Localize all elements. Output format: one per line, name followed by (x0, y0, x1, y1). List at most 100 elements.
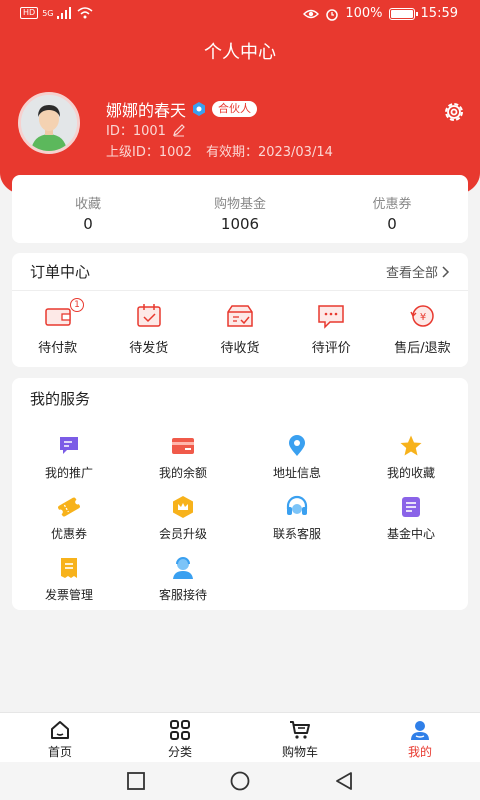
stat-coupons[interactable]: 优惠券 0 (316, 175, 468, 243)
box-icon (227, 305, 253, 327)
home-icon (51, 721, 69, 739)
stat-label: 优惠券 (372, 197, 412, 212)
service-member-upgrade[interactable]: 会员升级 (126, 495, 240, 542)
tab-label: 首页 (47, 745, 72, 759)
refund-icon: ¥ (410, 305, 435, 327)
service-customer-reception[interactable]: 客服接待 (126, 556, 240, 603)
expiry-date: 有效期：2023/03/14 (205, 145, 333, 160)
user-id: ID：1001 (106, 124, 166, 139)
crown-icon (173, 496, 193, 518)
star-icon (400, 435, 422, 456)
alarm-icon (326, 8, 339, 21)
order-center-header: 订单中心 查看全部 (12, 253, 468, 291)
tab-mine[interactable]: 我的 (360, 713, 480, 762)
order-label: 售后/退款 (394, 341, 451, 356)
clock: 15:59 (420, 6, 458, 21)
service-label: 会员升级 (158, 527, 207, 541)
service-label: 我的推广 (44, 466, 93, 480)
bottom-tab-bar: 首页 分类 购物车 我的 (0, 712, 480, 762)
service-label: 优惠券 (50, 527, 87, 541)
verified-hexagon-icon (193, 102, 206, 116)
service-label: 发票管理 (44, 588, 93, 602)
edit-icon[interactable] (172, 123, 186, 137)
agent-icon (173, 557, 193, 579)
page-title: 个人中心 (204, 42, 276, 63)
service-contact-support[interactable]: 联系客服 (240, 495, 354, 542)
avatar-person-icon (21, 95, 77, 151)
services-title: 我的服务 (30, 389, 91, 408)
card-icon (172, 438, 194, 454)
tab-cart[interactable]: 购物车 (240, 713, 360, 762)
user-id-row: ID：1001 (106, 120, 186, 139)
grid-icon (170, 720, 190, 740)
hd-indicator: HD (20, 7, 39, 19)
username: 娜娜的春天 (106, 101, 187, 120)
order-label: 待付款 (38, 341, 78, 356)
service-label: 联系客服 (272, 527, 321, 541)
order-pending-shipment[interactable]: 待发货 (103, 303, 194, 356)
order-count-badge: 1 (70, 298, 84, 312)
service-my-balance[interactable]: 我的余额 (126, 434, 240, 481)
stats-card: 收藏 0 购物基金 1006 优惠券 0 (12, 175, 468, 243)
back-triangle-icon[interactable] (334, 771, 354, 791)
service-label: 基金中心 (386, 527, 435, 541)
status-bar: HD 5G 100% 15:59 (0, 0, 480, 28)
comment-icon (318, 305, 344, 329)
tab-label: 分类 (167, 745, 192, 759)
stat-label: 收藏 (74, 197, 101, 212)
stat-label: 购物基金 (213, 197, 266, 212)
order-center-card: 订单中心 查看全部 1 待付款 待发货 待收货 待评价 ¥ 售后/退款 (12, 253, 468, 367)
order-pending-payment[interactable]: 1 待付款 (12, 298, 103, 356)
tab-home[interactable]: 首页 (0, 713, 120, 762)
svg-text:¥: ¥ (420, 312, 426, 323)
stat-favorites[interactable]: 收藏 0 (12, 175, 164, 243)
service-fund-center[interactable]: 基金中心 (354, 495, 468, 542)
service-label: 客服接待 (158, 588, 207, 602)
order-label: 待收货 (220, 341, 260, 356)
order-pending-receipt[interactable]: 待收货 (194, 303, 285, 356)
view-all-label: 查看全部 (385, 266, 438, 281)
view-all-orders-link[interactable]: 查看全部 (386, 262, 450, 281)
wallet-icon (44, 308, 71, 326)
stat-shopping-fund[interactable]: 购物基金 1006 (164, 175, 316, 243)
tab-label: 我的 (407, 745, 432, 759)
superior-id: 上级ID：1002 (106, 145, 192, 160)
battery-percent: 100% (345, 6, 383, 21)
cart-icon (290, 721, 310, 739)
my-services-card: 我的服务 我的推广 我的余额 地址信息 我的收藏 优惠券 会员升级 联系客服 基… (12, 378, 468, 610)
signal-icon (57, 7, 72, 19)
system-navigation-bar (0, 762, 480, 800)
order-label: 待评价 (311, 341, 351, 356)
network-indicator: 5G (42, 8, 54, 18)
home-circle-icon[interactable] (230, 771, 250, 791)
service-label: 我的余额 (158, 466, 207, 480)
recent-apps-icon[interactable] (126, 771, 146, 791)
services-header: 我的服务 (12, 378, 468, 418)
fund-doc-icon (402, 497, 420, 517)
user-meta-row: 上级ID：1002 有效期：2023/03/14 (106, 141, 333, 160)
partner-badge: 合伙人 (212, 101, 258, 117)
stat-value: 0 (387, 215, 397, 233)
service-invoice-management[interactable]: 发票管理 (12, 556, 126, 603)
settings-gear-icon[interactable] (442, 100, 466, 124)
eye-icon (303, 9, 320, 18)
tab-categories[interactable]: 分类 (120, 713, 240, 762)
order-pending-review[interactable]: 待评价 (286, 303, 377, 356)
user-icon (411, 721, 429, 740)
service-address-info[interactable]: 地址信息 (240, 434, 354, 481)
order-center-title: 订单中心 (30, 263, 91, 281)
headset-icon (286, 495, 308, 515)
invoice-icon (61, 558, 77, 578)
service-my-promotion[interactable]: 我的推广 (12, 434, 126, 481)
service-my-favorites[interactable]: 我的收藏 (354, 434, 468, 481)
tab-label: 购物车 (281, 745, 318, 759)
wifi-icon (77, 7, 93, 19)
order-after-sales[interactable]: ¥ 售后/退款 (377, 303, 468, 356)
service-coupons[interactable]: 优惠券 (12, 495, 126, 542)
order-label: 待发货 (129, 341, 169, 356)
calendar-check-icon (137, 304, 161, 327)
battery-icon (388, 7, 418, 20)
stat-value: 1006 (220, 215, 260, 233)
avatar[interactable] (18, 92, 80, 154)
stat-value: 0 (83, 215, 93, 233)
